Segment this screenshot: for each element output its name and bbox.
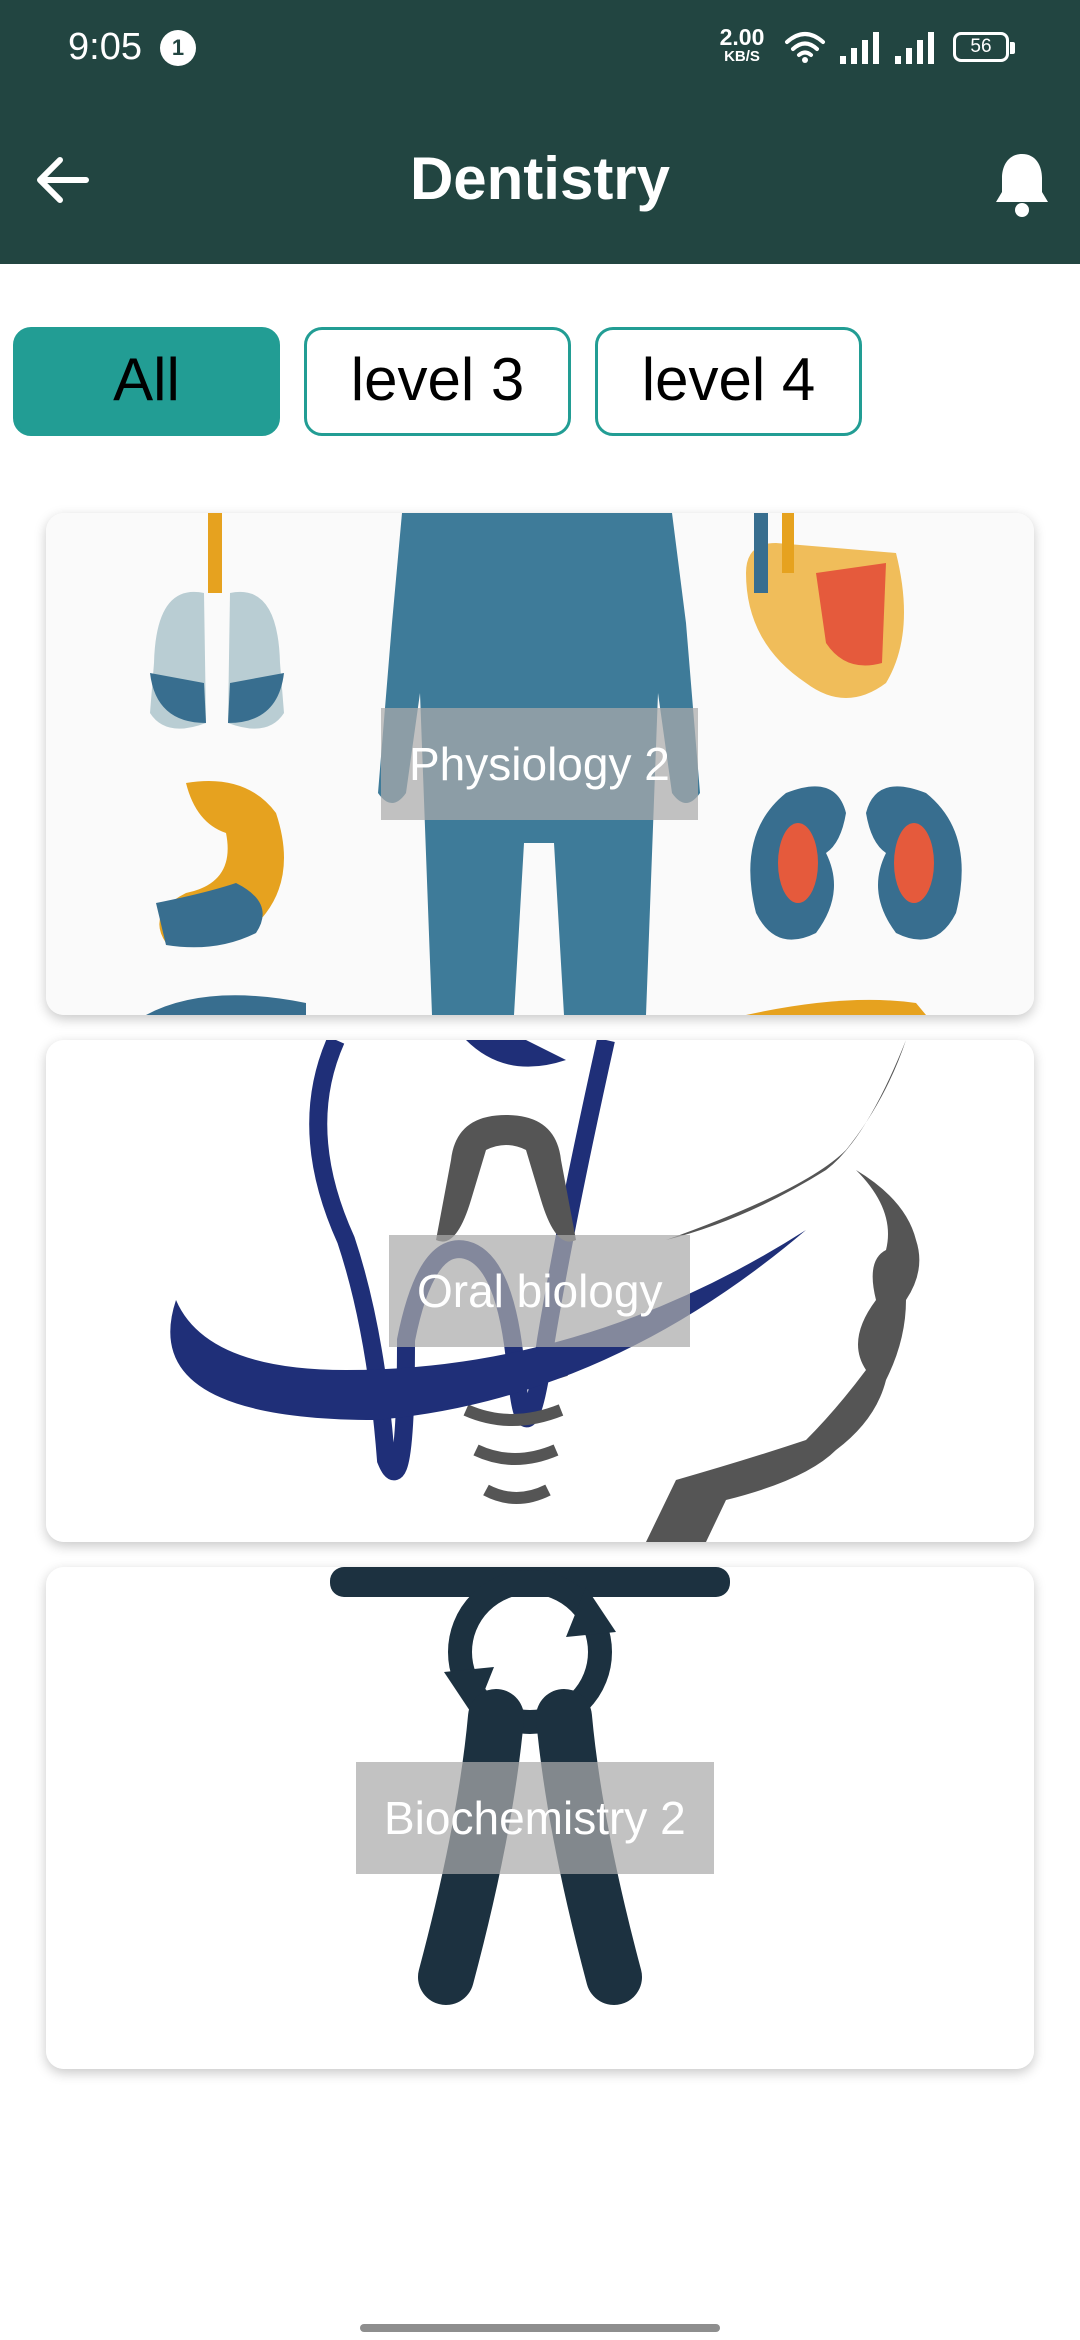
- course-title: Oral biology: [389, 1235, 691, 1347]
- wifi-icon: [784, 30, 826, 69]
- network-speed: 2.00 KB/S: [714, 24, 770, 65]
- course-title: Physiology 2: [381, 708, 698, 820]
- bell-icon[interactable]: [992, 150, 1052, 225]
- filter-chip-level-4[interactable]: level 4: [595, 327, 862, 436]
- course-card-physiology[interactable]: Physiology 2: [46, 513, 1034, 1015]
- cell-signal-icon: [840, 32, 882, 69]
- app-header: 9:05 1 2.00 KB/S 56 Dentistry: [0, 0, 1080, 264]
- battery-icon: 56: [953, 32, 1015, 62]
- network-speed-unit: KB/S: [724, 48, 760, 65]
- course-card-biochemistry[interactable]: Biochemistry 2: [46, 1567, 1034, 2069]
- page-title: Dentistry: [409, 145, 671, 212]
- filter-chip-level-3[interactable]: level 3: [304, 327, 571, 436]
- home-indicator[interactable]: [360, 2324, 720, 2332]
- cell-signal-icon: [895, 32, 937, 69]
- network-speed-value: 2.00: [719, 24, 765, 50]
- course-title: Biochemistry 2: [356, 1762, 714, 1874]
- filter-chip-all[interactable]: All: [13, 327, 280, 436]
- status-time: 9:05: [68, 26, 142, 68]
- course-card-oral-biology[interactable]: Oral biology: [46, 1040, 1034, 1542]
- notification-count-badge: 1: [160, 30, 196, 66]
